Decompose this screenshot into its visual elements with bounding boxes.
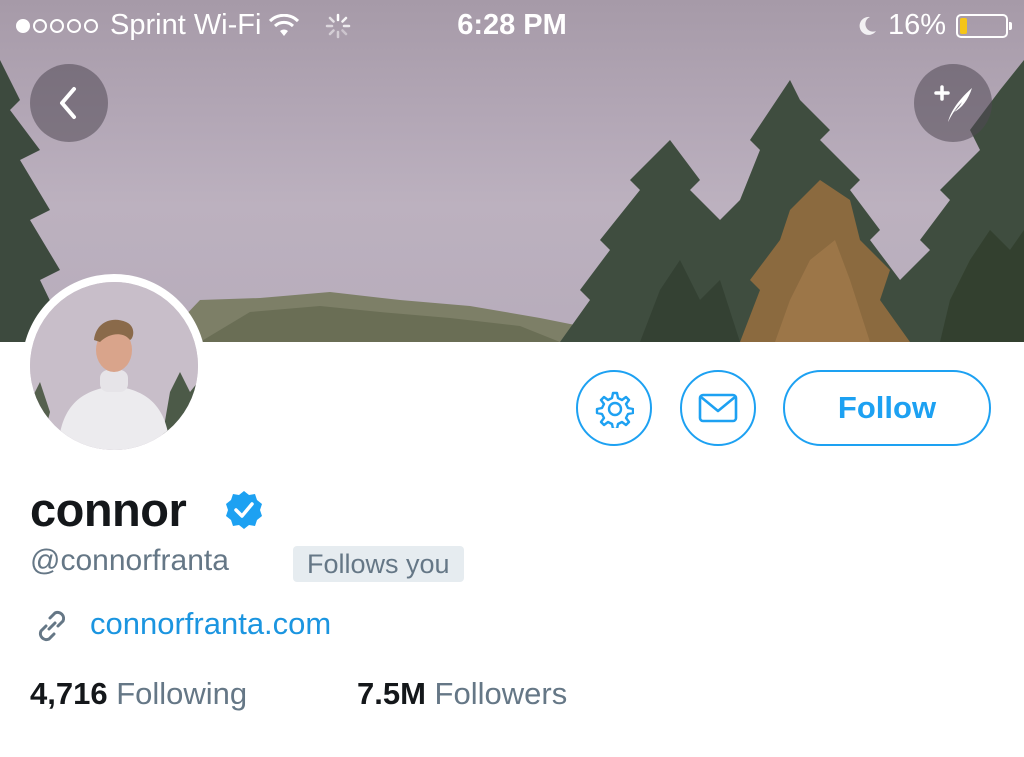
following-label: Following: [116, 676, 248, 711]
followers-count: 7.5M: [357, 676, 426, 711]
compose-tweet-icon: [934, 85, 972, 122]
following-count: 4,716: [30, 676, 108, 711]
follow-button[interactable]: Follow: [783, 370, 991, 446]
user-handle: @connorfranta: [30, 544, 229, 577]
envelope-icon: [698, 393, 738, 423]
website-link[interactable]: connorfranta.com: [90, 606, 331, 642]
followers-label: Followers: [434, 676, 568, 711]
link-icon: [38, 610, 66, 642]
compose-tweet-button[interactable]: [914, 64, 992, 142]
battery-icon: [956, 13, 1012, 38]
gear-icon: [595, 391, 634, 428]
profile-avatar[interactable]: [22, 274, 206, 458]
back-button[interactable]: [30, 64, 108, 142]
verified-badge-icon: [226, 491, 262, 529]
display-name: connor: [30, 483, 187, 536]
profile-settings-button[interactable]: [576, 370, 652, 446]
status-bar-right: 16%: [856, 9, 1012, 42]
battery-percent: 16%: [887, 9, 946, 41]
avatar-image: [30, 282, 198, 450]
direct-message-button[interactable]: [680, 370, 756, 446]
followers-stat[interactable]: 7.5M Followers: [357, 676, 567, 712]
following-stat[interactable]: 4,716 Following: [30, 676, 247, 712]
chevron-left-icon: [60, 87, 76, 119]
do-not-disturb-moon-icon: [859, 16, 876, 35]
status-bar: Sprint Wi-Fi 6:28 PM 16%: [0, 0, 1024, 52]
follows-you-badge: Follows you: [293, 546, 464, 582]
